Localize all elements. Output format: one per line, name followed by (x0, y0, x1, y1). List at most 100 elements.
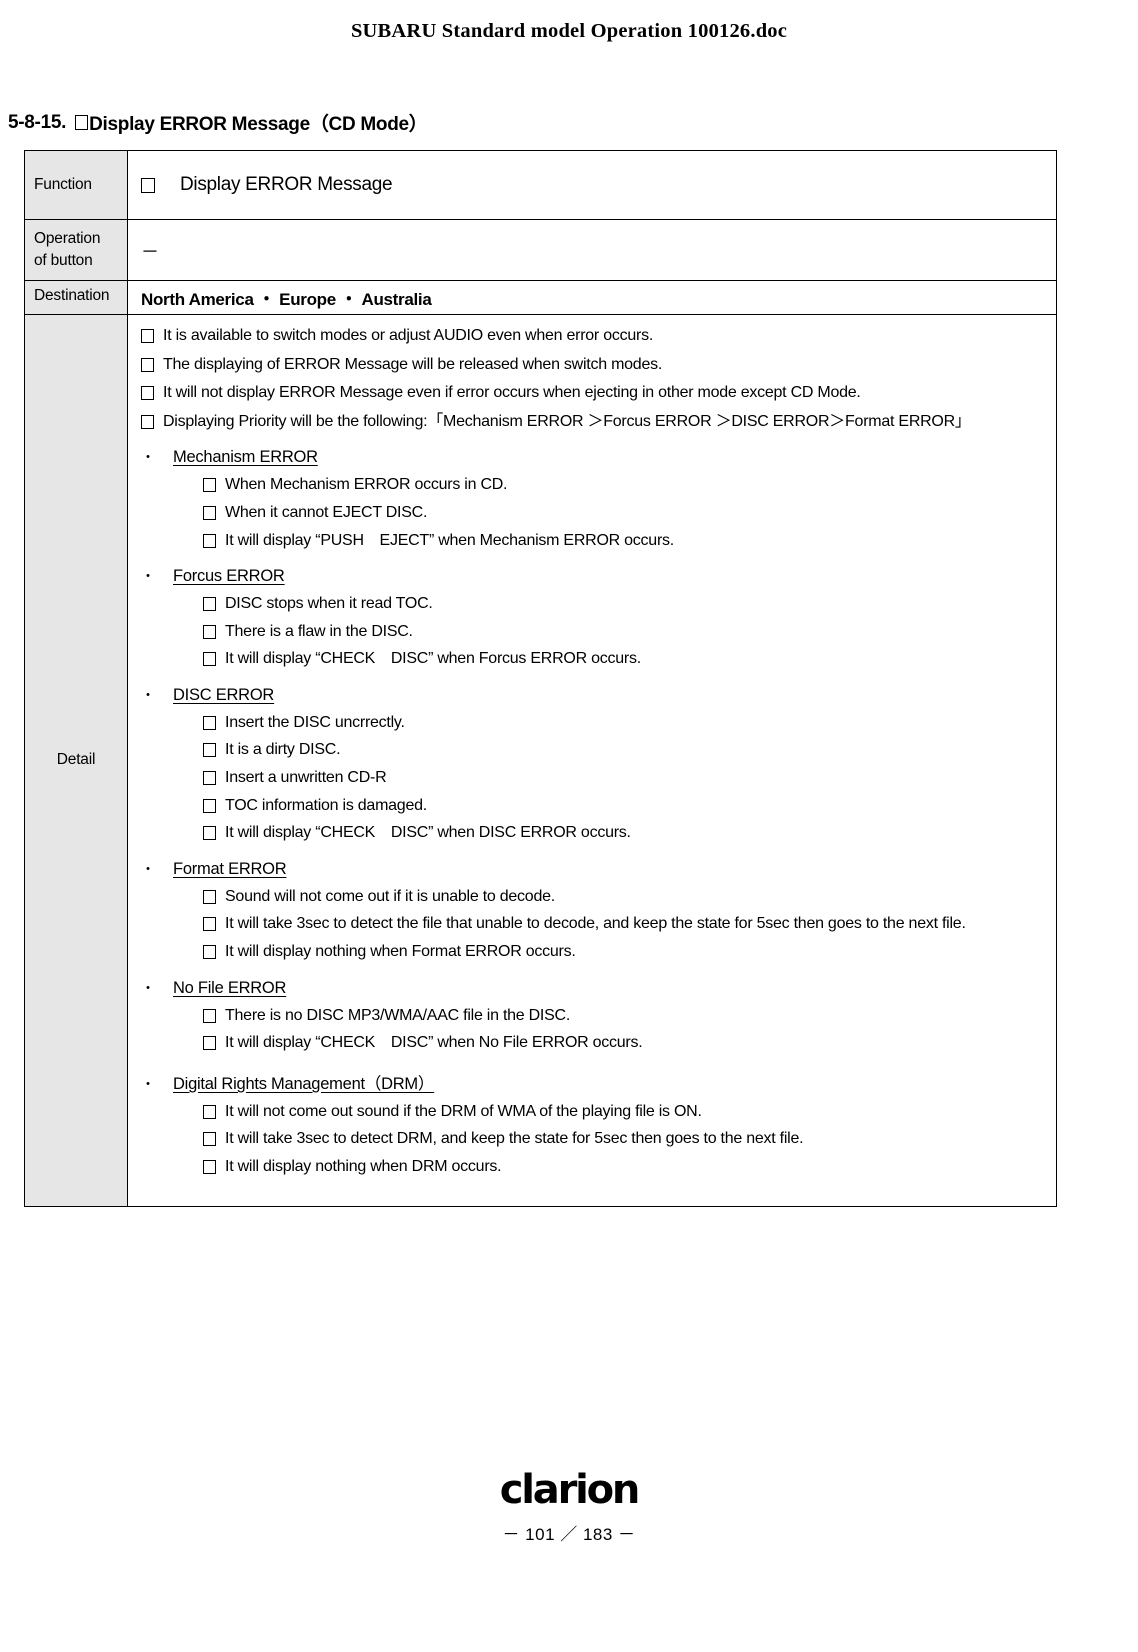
checkbox-icon (141, 177, 155, 193)
detail-line-label: It is a dirty DISC. (225, 741, 341, 759)
detail-group-items: When Mechanism ERROR occurs in CD. When i… (141, 476, 1056, 549)
detail-checkbox-line: There is no DISC MP3/WMA/AAC file in the… (203, 1007, 1056, 1025)
detail-group: ・ Mechanism ERROR When Mechanism ERROR occ… (141, 448, 1056, 549)
checkbox-icon (203, 917, 216, 932)
bullet-icon: ・ (141, 450, 155, 467)
section-heading: 5-8-15. Display ERROR Message（CD Mode） (8, 109, 428, 136)
detail-line-label: It will display “CHECK DISC” when DISC E… (225, 824, 631, 842)
detail-top-notes: It is available to switch modes or adjus… (141, 327, 1056, 430)
clarion-logo: clarion (499, 1467, 641, 1513)
checkbox-icon (203, 597, 216, 612)
checkbox-icon (203, 826, 216, 841)
row-label-function: Function (24, 150, 128, 220)
detail-checkbox-line: It will display “CHECK DISC” when DISC E… (203, 824, 1056, 842)
checkbox-icon (203, 945, 216, 960)
detail-line-label: It will not come out sound if the DRM of… (225, 1102, 702, 1120)
bullet-icon: ・ (141, 980, 155, 997)
detail-line-label: There is no DISC MP3/WMA/AAC file in the… (225, 1006, 571, 1024)
checkbox-icon (203, 478, 216, 493)
row-label-detail: Detail (24, 313, 128, 1207)
checkbox-icon (203, 798, 216, 813)
bullet-icon: ・ (141, 1076, 155, 1093)
specification-table: Function Display ERROR Message Operation… (24, 150, 1057, 1207)
row-label-destination: Destination (24, 279, 128, 315)
checkbox-icon (203, 1132, 216, 1147)
checkbox-icon (203, 533, 216, 548)
detail-group-items: It will not come out sound if the DRM of… (141, 1103, 1056, 1176)
detail-group: ・ DISC ERROR Insert the DISC uncrrectly. It… (141, 686, 1056, 842)
detail-line-label: When it cannot EJECT DISC. (225, 503, 428, 521)
detail-checkbox-line: It will display nothing when Format ERRO… (203, 943, 1056, 961)
checkbox-icon (203, 889, 216, 904)
bullet-icon: ・ (141, 861, 155, 878)
detail-checkbox-line: When it cannot EJECT DISC. (203, 504, 1056, 522)
detail-line-label: Displaying Priority will be the followin… (163, 412, 971, 430)
detail-group: ・ Forcus ERROR DISC stops when it read TOC… (141, 567, 1056, 668)
document-header-title: SUBARU Standard model Operation 100126.d… (350, 20, 788, 42)
detail-line-label: DISC stops when it read TOC. (225, 595, 433, 613)
detail-line-label: It will display nothing when DRM occurs. (225, 1158, 502, 1175)
row-value-detail: It is available to switch modes or adjus… (127, 313, 1057, 1207)
detail-group: ・ No File ERROR There is no DISC MP3/WMA/A… (141, 979, 1056, 1052)
detail-checkbox-line: It will display nothing when DRM occurs. (203, 1158, 1056, 1176)
page-footer: clarion － 101 ／ 183 － (0, 1470, 1138, 1545)
checkbox-icon (203, 715, 216, 730)
detail-group-title: ・ Digital Rights Management（DRM） (141, 1070, 1056, 1094)
detail-group-title-text: No File ERROR (173, 978, 287, 997)
checkbox-icon (203, 743, 216, 758)
row-value-destination: North America ・ Europe ・ Australia (127, 279, 1057, 315)
detail-group-title-text: DISC ERROR (173, 685, 275, 704)
detail-checkbox-line: TOC information is damaged. (203, 797, 1056, 815)
detail-checkbox-line: Insert a unwritten CD-R (203, 769, 1056, 787)
detail-group-title: ・ Mechanism ERROR (141, 448, 1056, 467)
detail-line-label: The displaying of ERROR Message will be … (163, 355, 663, 373)
detail-line-label: It will take 3sec to detect the file tha… (225, 915, 966, 933)
checkbox-icon (203, 1008, 216, 1023)
detail-line-label: It will display “CHECK DISC” when No Fil… (225, 1034, 643, 1052)
detail-group-title: ・ Format ERROR (141, 860, 1056, 879)
detail-line-label: TOC information is damaged. (225, 796, 427, 814)
table-row-operation-of-button: Operation of button － (24, 219, 1057, 281)
detail-checkbox-line: There is a flaw in the DISC. (203, 623, 1056, 641)
detail-group-title-text: Digital Rights Management（DRM） (173, 1074, 435, 1093)
detail-checkbox-line: It is a dirty DISC. (203, 741, 1056, 759)
detail-line-label: It will take 3sec to detect DRM, and kee… (225, 1130, 804, 1148)
table-row-destination: Destination North America ・ Europe ・ Aus… (24, 279, 1057, 315)
row-label-operation-line2: of button (34, 252, 93, 270)
detail-group: ・ Digital Rights Management（DRM） It will n… (141, 1070, 1056, 1176)
detail-line-label: When Mechanism ERROR occurs in CD. (225, 476, 508, 494)
checkbox-icon (75, 115, 89, 130)
checkbox-icon (141, 414, 154, 429)
section-title: Display ERROR Message（CD Mode） (89, 114, 428, 135)
checkbox-icon (203, 652, 216, 667)
row-value-operation-of-button: － (127, 219, 1057, 281)
checkbox-icon (203, 624, 216, 639)
detail-group-items: There is no DISC MP3/WMA/AAC file in the… (141, 1007, 1056, 1052)
detail-line-label: It will display “CHECK DISC” when Forcus… (225, 650, 641, 668)
detail-checkbox-line: It will display “CHECK DISC” when Forcus… (203, 650, 1056, 668)
detail-group-title-text: Forcus ERROR (173, 567, 285, 586)
detail-line-label: Insert a unwritten CD-R (225, 769, 387, 787)
checkbox-icon (141, 386, 154, 401)
detail-checkbox-line: It will not display ERROR Message even i… (141, 384, 1056, 402)
checkbox-icon (203, 1160, 216, 1174)
detail-line-label: It will display “PUSH EJECT” when Mechan… (225, 531, 674, 549)
detail-checkbox-line: When Mechanism ERROR occurs in CD. (203, 476, 1056, 494)
detail-line-label: Insert the DISC uncrrectly. (225, 713, 405, 731)
row-label-operation-of-button: Operation of button (24, 219, 128, 281)
table-row-function: Function Display ERROR Message (24, 150, 1057, 220)
detail-group-items: DISC stops when it read TOC. There is a f… (141, 595, 1056, 668)
checkbox-icon (141, 328, 154, 343)
detail-group-title-text: Format ERROR (173, 859, 287, 878)
detail-group-title-text: Mechanism ERROR (173, 448, 318, 467)
detail-checkbox-line: It will not come out sound if the DRM of… (203, 1103, 1056, 1121)
detail-checkbox-line: Insert the DISC uncrrectly. (203, 714, 1056, 732)
checkbox-icon (141, 357, 154, 372)
detail-group: ・ Format ERROR Sound will not come out if … (141, 860, 1056, 961)
detail-checkbox-line: It is available to switch modes or adjus… (141, 327, 1056, 345)
detail-group-items: Insert the DISC uncrrectly. It is a dirty… (141, 714, 1056, 842)
detail-groups: ・ Mechanism ERROR When Mechanism ERROR occ… (141, 448, 1056, 1175)
bullet-icon: ・ (141, 687, 155, 704)
checkbox-icon (203, 505, 216, 520)
page-number: － 101 ／ 183 － (502, 1525, 636, 1544)
